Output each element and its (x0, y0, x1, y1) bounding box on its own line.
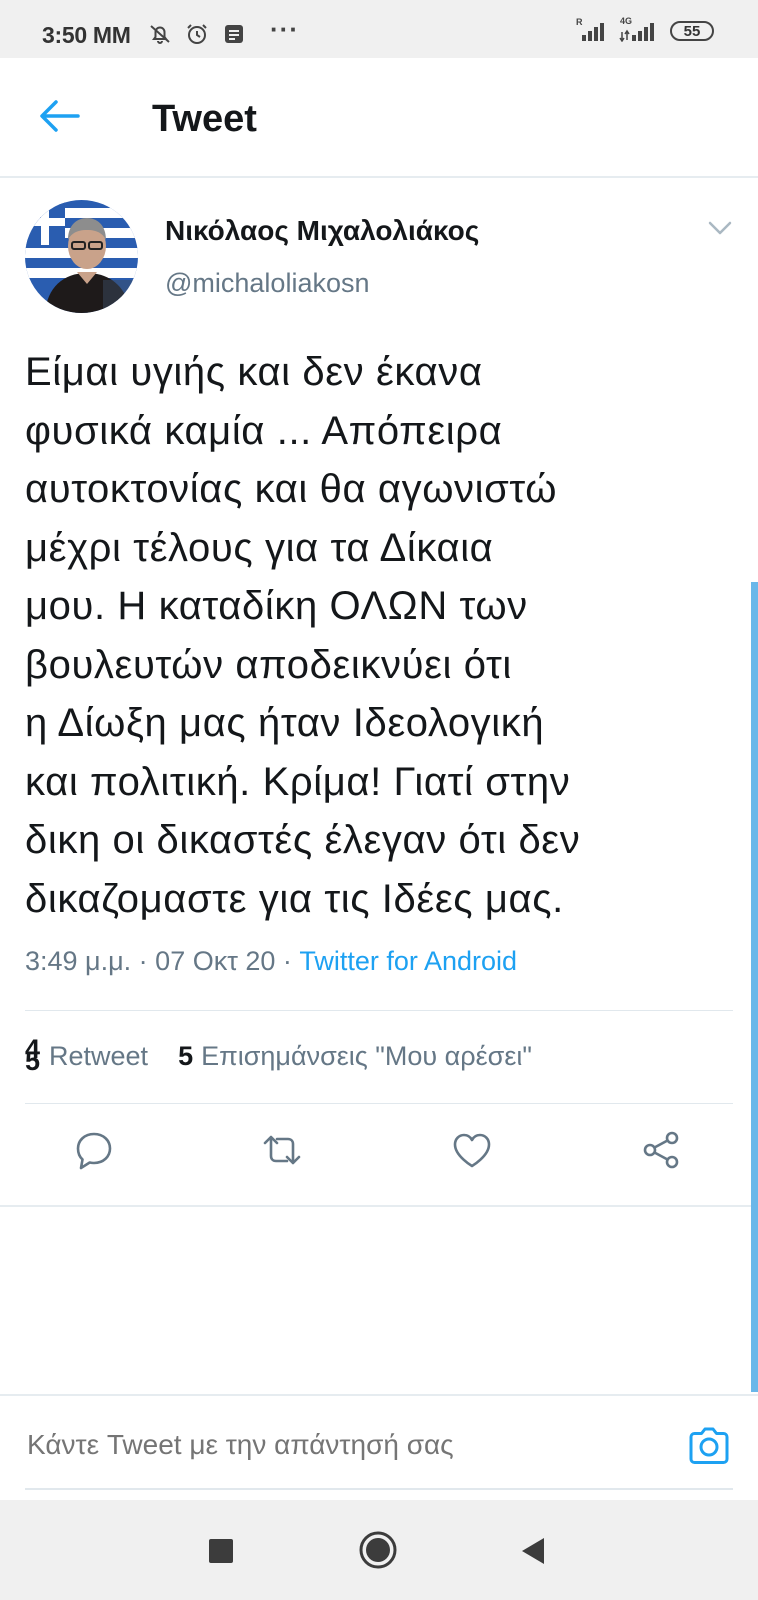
meta-separator: · (275, 946, 300, 976)
camera-icon[interactable] (686, 1424, 732, 1468)
retweet-number: 4 5 (25, 1034, 41, 1076)
triangle-back-icon[interactable] (520, 1536, 546, 1566)
tweet-actions (0, 1128, 758, 1190)
retweet-button[interactable] (260, 1128, 308, 1176)
app-header: Tweet (0, 58, 758, 178)
tweet-date: 07 Οκτ 20 (155, 946, 276, 976)
share-button[interactable] (640, 1128, 688, 1176)
tweet-source-link[interactable]: Twitter for Android (299, 946, 517, 976)
page-title: Tweet (152, 98, 257, 140)
notifications-off-icon (150, 25, 170, 44)
reply-input[interactable] (25, 1428, 629, 1462)
section-divider (0, 1205, 758, 1207)
signal-icon: R (576, 17, 606, 42)
retweet-icon (263, 1135, 301, 1165)
square-icon[interactable] (208, 1538, 234, 1564)
divider (25, 1103, 733, 1104)
status-time: 3:50 MM (42, 22, 131, 48)
status-right: R 4G 55 (576, 16, 714, 43)
likes-label: Επισημάνσεις "Μου αρέσει" (201, 1040, 532, 1071)
system-nav-bar (0, 1500, 758, 1600)
likes-count[interactable]: 5 Επισημάνσεις "Μου αρέσει" (178, 1041, 532, 1072)
avatar[interactable] (25, 200, 138, 313)
tweet-text: Είμαι υγιής και δεν έκανα φυσικά καμία .… (25, 350, 581, 921)
scrollbar[interactable] (751, 582, 758, 1392)
tweet-stats: 4 5 Retweet 5 Επισημάνσεις "Μου αρέσει" (25, 1034, 532, 1076)
author-handle[interactable]: @michaloliakosn (165, 268, 370, 299)
share-icon (643, 1131, 679, 1169)
reply-composer (0, 1394, 758, 1502)
comment-icon (76, 1132, 112, 1170)
divider (25, 1010, 733, 1011)
author-name[interactable]: Νικόλαος Μιχαλολιάκος (165, 215, 479, 247)
tweet-time: 3:49 μ.μ. (25, 946, 132, 976)
retweet-label: Retweet (49, 1040, 149, 1071)
alarm-icon (187, 24, 207, 44)
chevron-down-icon[interactable] (708, 220, 732, 236)
retweet-count[interactable]: 4 5 Retweet (25, 1034, 149, 1076)
reply-button[interactable] (72, 1128, 120, 1176)
circle-icon[interactable] (358, 1530, 398, 1570)
reply-underline (25, 1488, 733, 1490)
signal-4g-icon: 4G (618, 16, 658, 43)
arrow-left-icon[interactable] (38, 98, 80, 134)
likes-number: 5 (178, 1040, 194, 1071)
heart-icon (453, 1133, 491, 1168)
like-button[interactable] (450, 1128, 498, 1176)
battery-indicator: 55 (670, 21, 714, 41)
tweet-meta: 3:49 μ.μ. · 07 Οκτ 20 · Twitter for Andr… (25, 946, 517, 977)
more-notifications-icon: ··· (270, 14, 299, 44)
message-icon (225, 25, 243, 43)
meta-separator: · (131, 946, 156, 976)
